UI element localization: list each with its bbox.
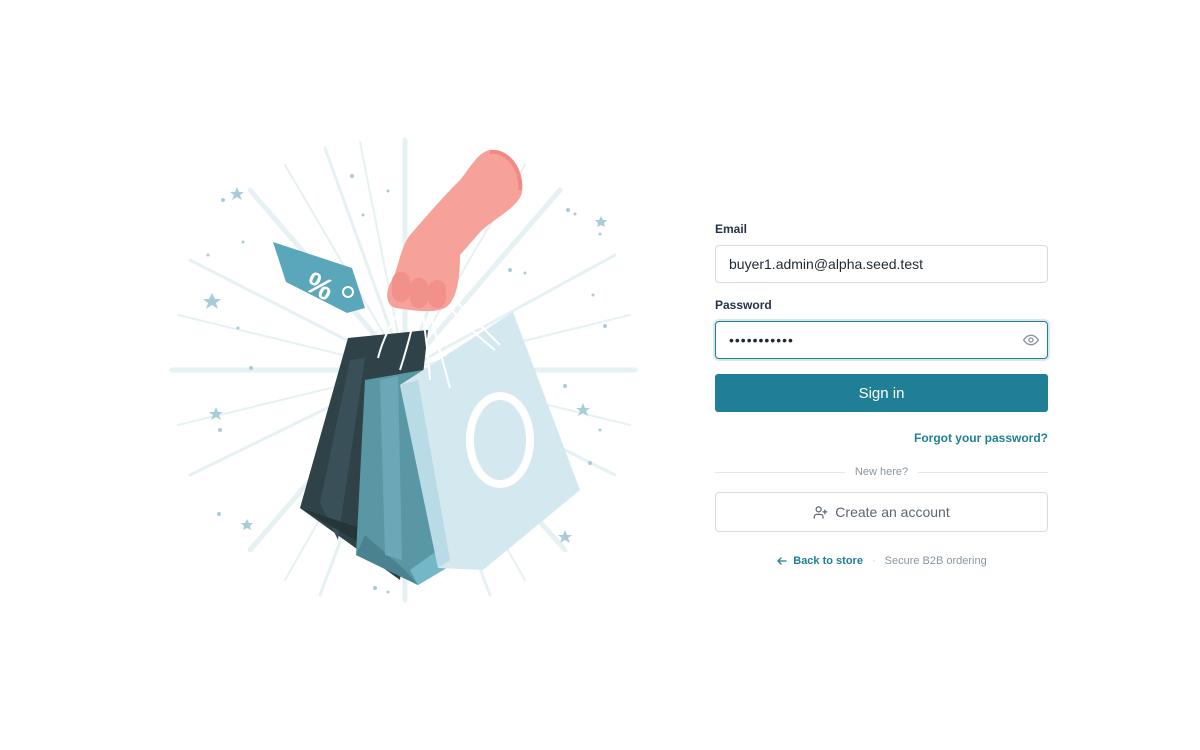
create-account-button[interactable]: Create an account [715, 492, 1048, 532]
sign-in-button[interactable]: Sign in [715, 374, 1048, 412]
arrow-left-icon [776, 555, 788, 567]
shopping-bags-illustration: % [160, 130, 650, 610]
password-field[interactable] [715, 321, 1048, 359]
login-form: Email Password Sign in Forgot your passw… [715, 222, 1049, 568]
password-label: Password [715, 298, 772, 312]
back-to-store-link[interactable]: Back to store [776, 555, 863, 567]
create-account-label: Create an account [835, 504, 950, 520]
discount-tag: % [273, 242, 365, 313]
divider-label: New here? [854, 466, 909, 478]
back-to-store-label: Back to store [793, 555, 863, 567]
new-here-divider: New here? [715, 465, 1049, 479]
forgot-password-link[interactable]: Forgot your password? [914, 431, 1048, 445]
footer-links: Back to store · Secure B2B ordering [715, 554, 1048, 568]
eye-icon[interactable] [1022, 331, 1040, 349]
footer-separator: · [871, 555, 876, 567]
email-field[interactable] [715, 245, 1048, 283]
tagline: Secure B2B ordering [884, 555, 987, 567]
user-plus-icon [813, 505, 828, 520]
email-label: Email [715, 222, 748, 236]
